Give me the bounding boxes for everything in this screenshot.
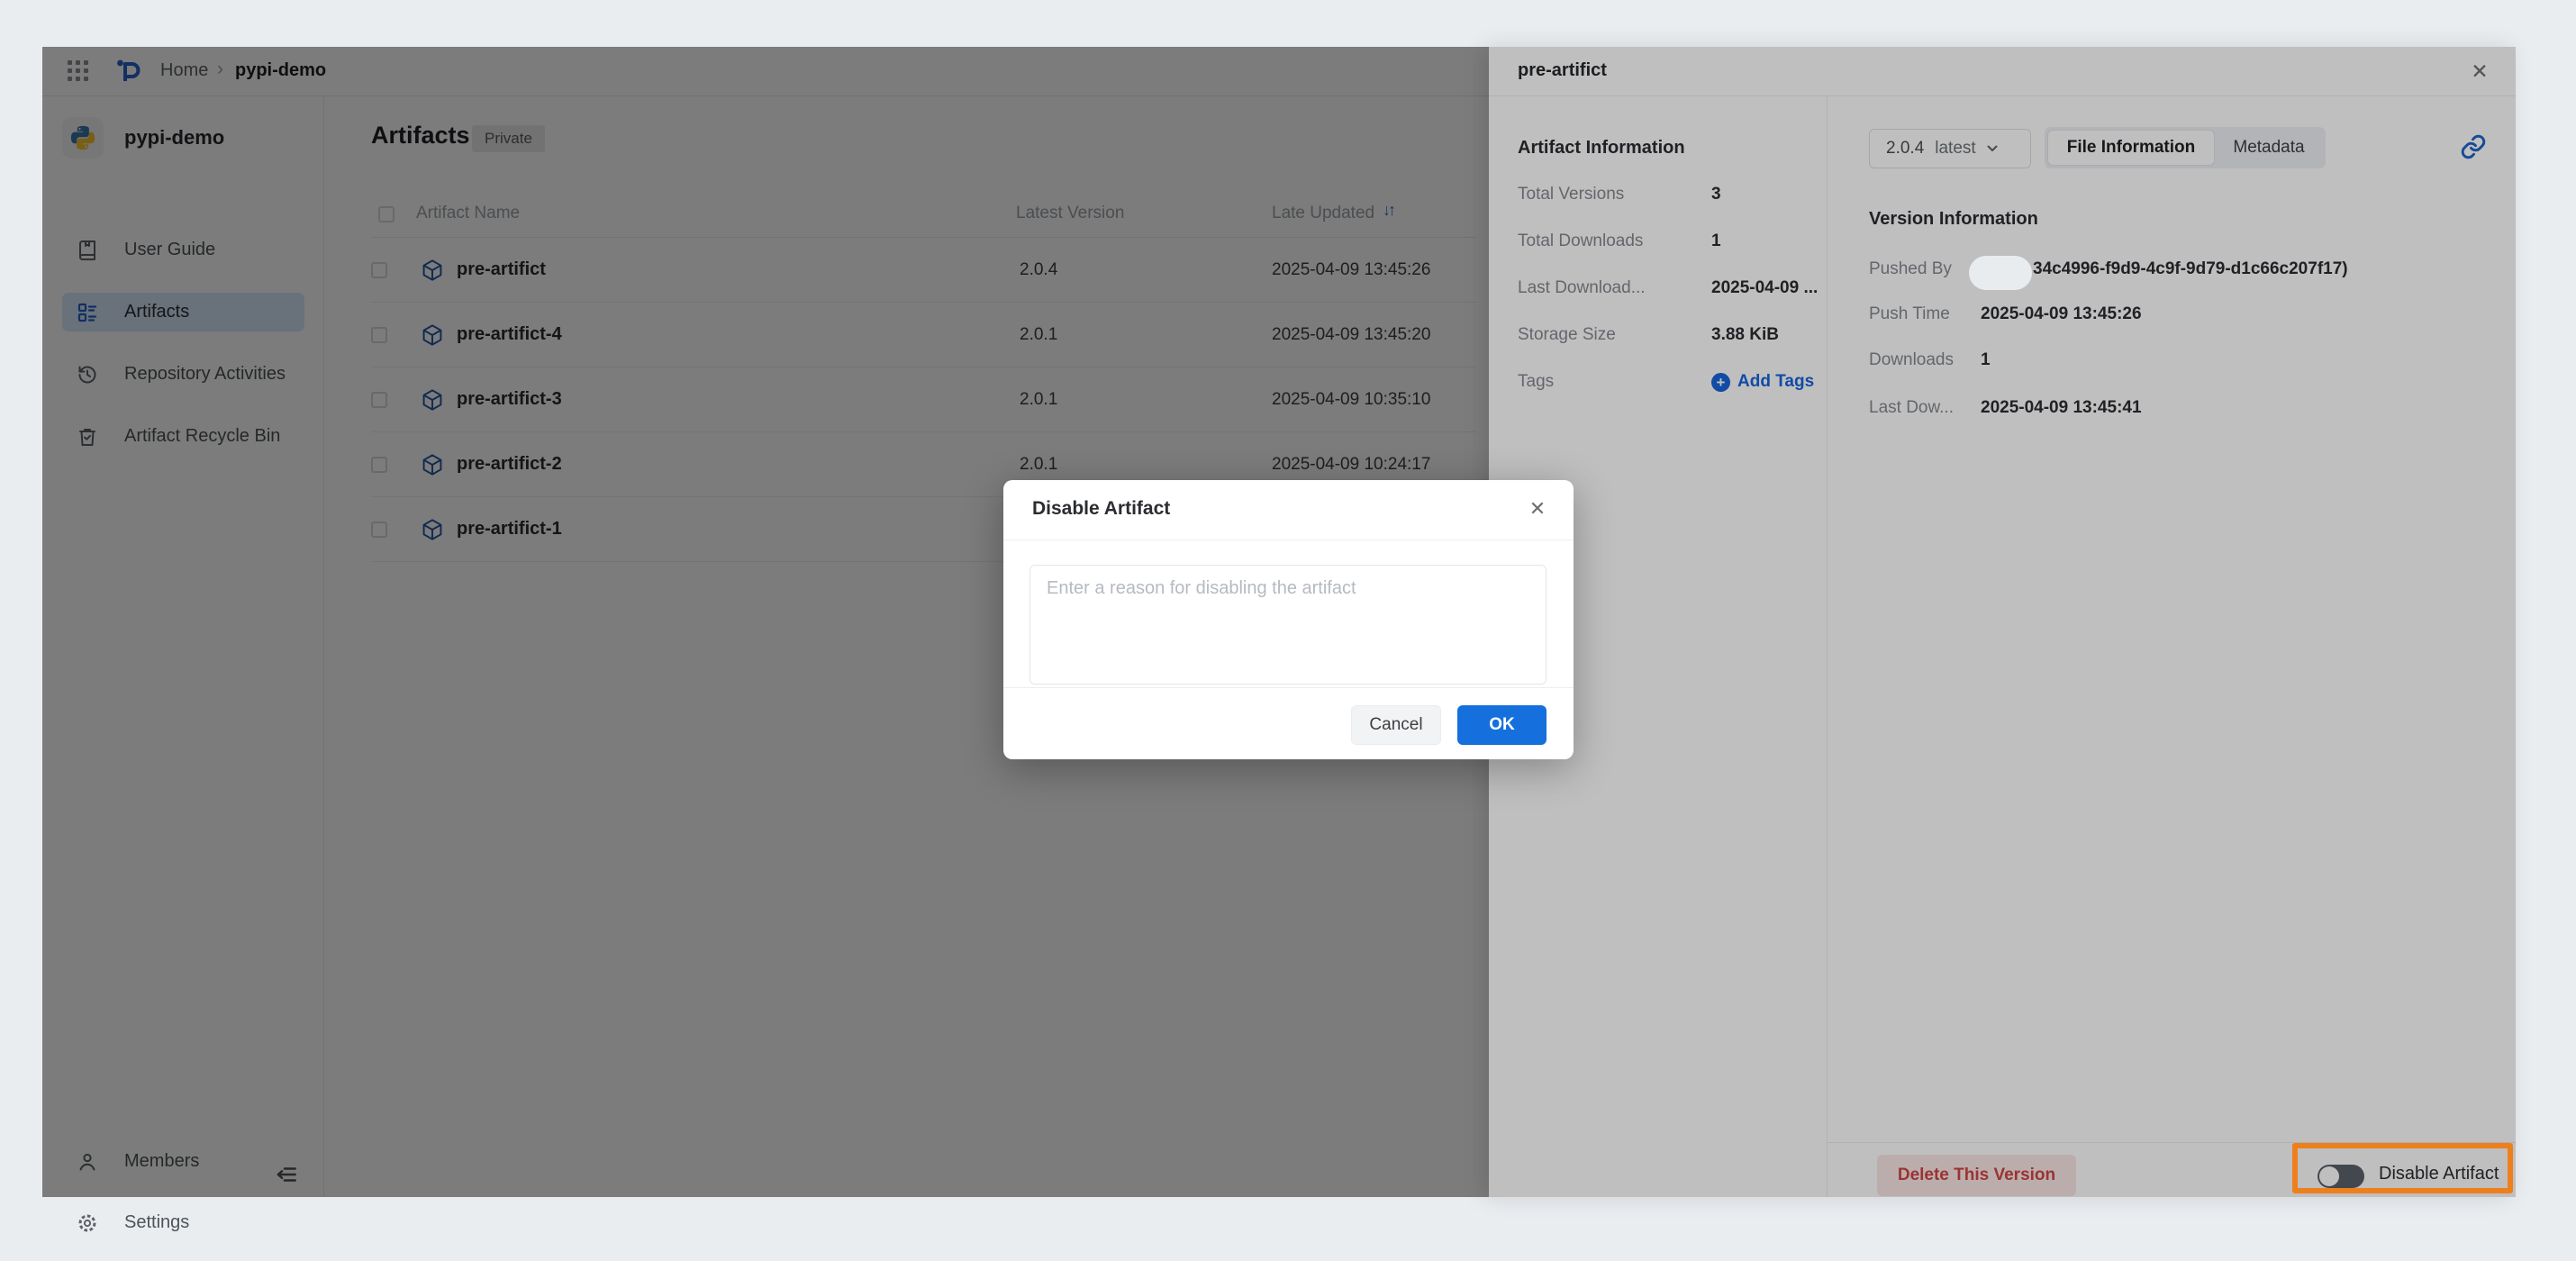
close-icon[interactable]: ✕ bbox=[1523, 494, 1552, 523]
redaction-pill bbox=[1969, 256, 2032, 290]
sidebar-item-label: Settings bbox=[124, 1212, 190, 1232]
sidebar-item-settings[interactable]: Settings bbox=[62, 1203, 304, 1242]
app-window: Home › pypi-demo pypi-demo User Guide Ar… bbox=[42, 47, 2516, 1232]
highlight-box-annotation bbox=[2292, 1143, 2513, 1193]
cancel-button[interactable]: Cancel bbox=[1351, 705, 1441, 745]
screen-canvas: Home › pypi-demo pypi-demo User Guide Ar… bbox=[0, 0, 2576, 1261]
ok-button[interactable]: OK bbox=[1457, 705, 1547, 745]
disable-artifact-modal: Disable Artifact ✕ Cancel OK bbox=[1003, 480, 1574, 759]
modal-footer-divider bbox=[1003, 687, 1574, 688]
disable-reason-textarea[interactable] bbox=[1029, 565, 1547, 685]
gear-icon bbox=[77, 1212, 98, 1234]
modal-title: Disable Artifact bbox=[1032, 498, 1171, 519]
